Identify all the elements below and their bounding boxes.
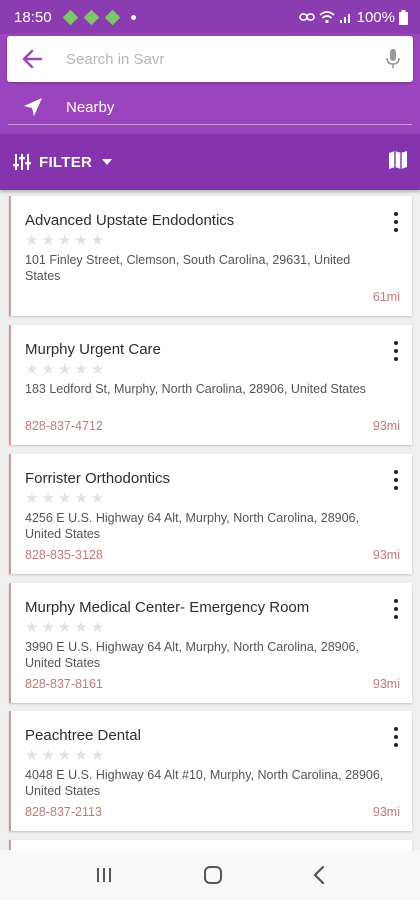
star-icon: ★ [41, 747, 55, 764]
star-icon: ★ [57, 232, 72, 249]
voice-search-button[interactable] [373, 36, 413, 82]
rating-stars: ★ ★ ★ ★ ★ [25, 233, 104, 248]
place-phone[interactable]: 828-837-4712 [25, 419, 103, 433]
place-address: 4256 E U.S. Highway 64 Alt, Murphy, Nort… [25, 511, 359, 541]
place-name: Murphy Urgent Care [25, 341, 161, 358]
signal-icon [339, 13, 350, 23]
arrow-left-icon [22, 50, 42, 68]
more-options-button[interactable] [388, 597, 404, 621]
place-distance: 61mi [372, 290, 400, 304]
star-icon: ★ [57, 490, 72, 507]
star-icon: ★ [90, 490, 105, 507]
place-name: Advanced Upstate Endodontics [25, 212, 235, 229]
home-icon[interactable] [203, 865, 223, 885]
rating-stars: ★ ★ ★ ★ ★ [25, 620, 104, 635]
place-address: 183 Ledford St, Murphy, North Carolina, … [25, 382, 366, 396]
star-icon: ★ [74, 232, 88, 249]
search-input[interactable]: Search in Savr [66, 51, 373, 68]
back-button[interactable] [7, 36, 57, 82]
star-icon: ★ [57, 747, 72, 764]
map-icon [389, 150, 407, 169]
star-icon: ★ [25, 619, 39, 636]
result-card[interactable]: Forrister Orthodontics ★ ★ ★ ★ ★ 4256 E U.S.… [9, 454, 412, 574]
link-icon [298, 13, 315, 21]
more-options-button[interactable] [388, 210, 404, 234]
place-phone[interactable]: 828-835-3128 [25, 548, 103, 562]
sliders-icon [13, 154, 31, 170]
header-divider [8, 124, 412, 125]
result-card[interactable]: Murphy Urgent Care ★ ★ ★ ★ ★ 183 Ledford St,… [9, 325, 412, 445]
more-options-button[interactable] [388, 468, 404, 492]
place-distance: 93mi [372, 805, 400, 819]
place-name: Forrister Orthodontics [25, 470, 171, 487]
filter-button[interactable]: FILTER [12, 153, 113, 171]
place-address: 3990 E U.S. Highway 64 Alt, Murphy, Nort… [25, 640, 359, 670]
status-time: 18:50 [14, 8, 52, 26]
result-card[interactable]: Murphy Medical Center- Emergency Room ★ ★… [9, 583, 412, 703]
star-icon: ★ [57, 619, 72, 636]
star-icon: ★ [57, 361, 72, 378]
notification-icon [104, 9, 120, 25]
filter-bar: FILTER [0, 134, 420, 190]
more-options-button[interactable] [388, 339, 404, 363]
system-nav-bar [0, 850, 420, 900]
star-icon: ★ [41, 232, 55, 249]
notification-icon [62, 9, 78, 25]
star-icon: ★ [41, 490, 55, 507]
microphone-icon [386, 49, 400, 68]
search-header: Search in Savr Nearby [0, 34, 420, 134]
result-card[interactable]: Advanced Upstate Endodontics ★ ★ ★ ★ ★ 101 F… [9, 196, 412, 316]
notification-dot-icon [130, 14, 136, 20]
wifi-icon [319, 10, 335, 23]
filter-label: FILTER [39, 153, 93, 171]
recent-apps-icon[interactable] [94, 866, 114, 884]
more-options-button[interactable] [388, 725, 404, 749]
place-name: Murphy Medical Center- Emergency Room [25, 599, 310, 616]
place-address: 4048 E U.S. Highway 64 Alt #10, Murphy, … [25, 768, 384, 798]
rating-stars: ★ ★ ★ ★ ★ [25, 362, 104, 377]
navigation-arrow-icon [24, 98, 42, 116]
place-phone[interactable]: 828-837-8161 [25, 677, 103, 691]
star-icon: ★ [25, 490, 39, 507]
status-bar: 18:50 100% [0, 0, 420, 34]
star-icon: ★ [74, 619, 88, 636]
star-icon: ★ [74, 490, 88, 507]
rating-stars: ★ ★ ★ ★ ★ [25, 491, 104, 506]
star-icon: ★ [41, 619, 55, 636]
star-icon: ★ [25, 232, 39, 249]
place-distance: 93mi [372, 548, 400, 562]
star-icon: ★ [41, 361, 55, 378]
caret-down-icon [102, 159, 113, 165]
result-card[interactable]: Peachtree Dental ★ ★ ★ ★ ★ 4048 E U.S. Highw… [9, 711, 412, 831]
place-distance: 93mi [372, 677, 400, 691]
place-address: 101 Finley Street, Clemson, South Caroli… [25, 253, 351, 283]
notification-icon [83, 9, 99, 25]
place-phone[interactable]: 828-837-2113 [25, 805, 102, 819]
back-icon[interactable] [312, 865, 326, 885]
battery-percent: 100% [356, 8, 395, 26]
map-view-button[interactable] [388, 150, 408, 175]
star-icon: ★ [74, 361, 88, 378]
star-icon: ★ [90, 747, 105, 764]
star-icon: ★ [25, 747, 39, 764]
star-icon: ★ [90, 619, 105, 636]
star-icon: ★ [90, 361, 105, 378]
place-distance: 93mi [372, 419, 400, 433]
nearby-option[interactable]: Nearby [0, 89, 420, 125]
rating-stars: ★ ★ ★ ★ ★ [25, 748, 104, 763]
star-icon: ★ [90, 232, 105, 249]
place-name: Peachtree Dental [25, 727, 141, 744]
star-icon: ★ [25, 361, 39, 378]
star-icon: ★ [74, 747, 88, 764]
search-bar[interactable]: Search in Savr [7, 36, 413, 82]
nearby-label: Nearby [66, 98, 115, 116]
battery-icon [399, 9, 408, 25]
